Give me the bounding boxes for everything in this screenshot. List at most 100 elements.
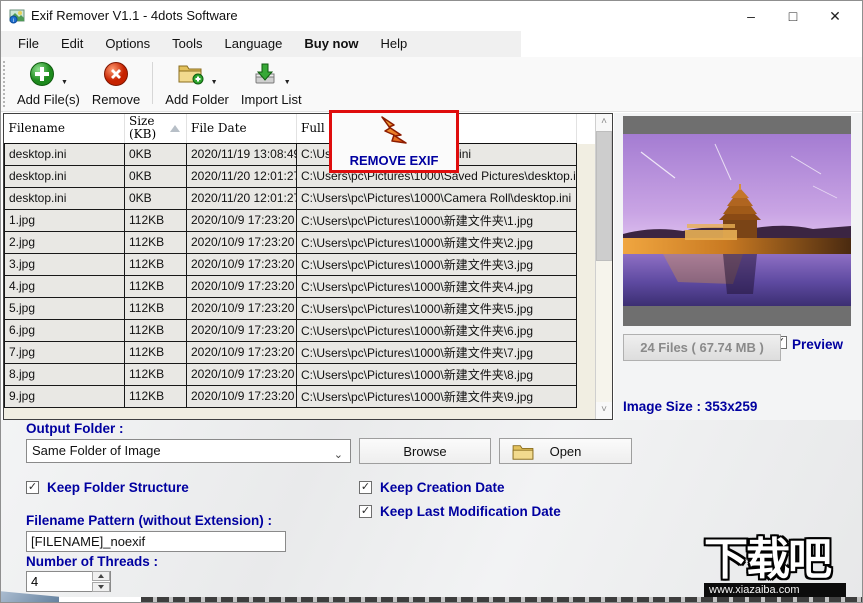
- scrollbar-thumb[interactable]: [596, 131, 612, 261]
- image-size-label: Image Size : 353x259: [623, 399, 757, 414]
- column-header-file-date[interactable]: File Date: [187, 114, 297, 143]
- cell-path: C:\Users\pc\Pictures\1000\新建文件夹\7.jpg: [297, 341, 577, 363]
- keep-creation-date-checkbox[interactable]: Keep Creation Date: [359, 480, 505, 495]
- cell-date: 2020/11/19 13:08:49: [187, 143, 297, 165]
- keep-last-modification-date-checkbox[interactable]: Keep Last Modification Date: [359, 504, 561, 519]
- app-window: i Exif Remover V1.1 - 4dots Software – □…: [0, 0, 863, 603]
- stepper-down-icon[interactable]: [92, 582, 110, 592]
- table-row[interactable]: 4.jpg 112KB 2020/10/9 17:23:20 C:\Users\…: [5, 275, 577, 297]
- minimize-button[interactable]: –: [730, 1, 772, 31]
- cell-path: C:\Users\pc\Pictures\1000\新建文件夹\2.jpg: [297, 231, 577, 253]
- table-row[interactable]: 5.jpg 112KB 2020/10/9 17:23:20 C:\Users\…: [5, 297, 577, 319]
- cell-size: 112KB: [125, 275, 187, 297]
- cell-date: 2020/10/9 17:23:20: [187, 341, 297, 363]
- table-row[interactable]: 9.jpg 112KB 2020/10/9 17:23:20 C:\Users\…: [5, 385, 577, 407]
- cell-path: C:\Users\pc\Pictures\1000\Camera Roll\de…: [297, 187, 577, 209]
- table-row[interactable]: 7.jpg 112KB 2020/10/9 17:23:20 C:\Users\…: [5, 341, 577, 363]
- scroll-down-icon[interactable]: ˅: [596, 402, 612, 419]
- threads-stepper[interactable]: [26, 571, 111, 592]
- table-row[interactable]: 8.jpg 112KB 2020/10/9 17:23:20 C:\Users\…: [5, 363, 577, 385]
- keep-folder-structure-checkbox[interactable]: Keep Folder Structure: [26, 480, 189, 495]
- import-list-label: Import List: [241, 92, 302, 107]
- keep-last-modification-date-label: Keep Last Modification Date: [380, 504, 561, 519]
- cell-path: C:\Users\pc\Pictures\1000\新建文件夹\6.jpg: [297, 319, 577, 341]
- keep-folder-structure-label: Keep Folder Structure: [47, 480, 189, 495]
- menu-help[interactable]: Help: [370, 31, 419, 57]
- open-button-label: Open: [550, 444, 582, 459]
- toolbar-grip-handle[interactable]: [3, 61, 7, 107]
- add-files-label: Add File(s): [17, 92, 80, 107]
- preview-label[interactable]: Preview: [792, 337, 843, 352]
- cell-path: C:\Users\pc\Pictures\1000\新建文件夹\9.jpg: [297, 385, 577, 407]
- menu-tools[interactable]: Tools: [161, 31, 213, 57]
- filename-pattern-input[interactable]: [26, 531, 286, 552]
- cell-size: 112KB: [125, 297, 187, 319]
- close-button[interactable]: ✕: [814, 1, 856, 31]
- table-header-row: Filename Size (KB) File Date Full File P…: [5, 114, 577, 143]
- title-bar: i Exif Remover V1.1 - 4dots Software – □…: [1, 1, 862, 31]
- cell-date: 2020/10/9 17:23:20: [187, 209, 297, 231]
- add-folder-button[interactable]: ▼ Add Folder: [159, 60, 235, 109]
- vertical-scrollbar[interactable]: ˄ ˅: [595, 114, 612, 419]
- cell-date: 2020/10/9 17:23:20: [187, 385, 297, 407]
- menu-buy-now[interactable]: Buy now: [293, 31, 369, 57]
- add-folder-label: Add Folder: [165, 92, 229, 107]
- stepper-up-icon[interactable]: [92, 571, 110, 581]
- window-title: Exif Remover V1.1 - 4dots Software: [31, 1, 238, 31]
- add-files-button[interactable]: ▼ Add File(s): [11, 60, 86, 109]
- menu-language[interactable]: Language: [214, 31, 294, 57]
- orange-bolt-arrow-icon: [377, 116, 411, 151]
- table-row[interactable]: 3.jpg 112KB 2020/10/9 17:23:20 C:\Users\…: [5, 253, 577, 275]
- keep-last-modification-date-box[interactable]: [359, 505, 372, 518]
- toolbar: ▼ Add File(s) Remove: [1, 57, 862, 112]
- folder-plus-icon: [177, 62, 205, 91]
- cell-size: 112KB: [125, 385, 187, 407]
- files-summary-box: 24 Files ( 67.74 MB ): [623, 334, 781, 361]
- cell-filename: 8.jpg: [5, 363, 125, 385]
- output-folder-label: Output Folder :: [26, 421, 123, 436]
- threads-input[interactable]: [27, 572, 89, 591]
- cell-date: 2020/10/9 17:23:20: [187, 231, 297, 253]
- add-folder-dropdown-icon[interactable]: ▼: [211, 79, 218, 86]
- column-header-size[interactable]: Size (KB): [125, 114, 187, 143]
- toolbar-separator: [152, 62, 153, 104]
- output-folder-value: Same Folder of Image: [32, 443, 161, 458]
- column-header-filename[interactable]: Filename: [5, 114, 125, 143]
- remove-exif-button[interactable]: REMOVE EXIF: [329, 110, 459, 173]
- cell-size: 112KB: [125, 231, 187, 253]
- table-row[interactable]: desktop.ini 0KB 2020/11/19 13:08:49 C:\U…: [5, 143, 577, 165]
- number-of-threads-label: Number of Threads :: [26, 554, 158, 569]
- import-list-button[interactable]: ▼ Import List: [235, 60, 308, 109]
- remove-circle-icon: [103, 61, 129, 92]
- import-list-dropdown-icon[interactable]: ▼: [284, 79, 291, 86]
- menu-file[interactable]: File: [7, 31, 50, 57]
- watermark: 下载吧 www.xiazaiba.com: [704, 537, 859, 597]
- output-folder-select[interactable]: Same Folder of Image ⌄: [26, 439, 351, 463]
- scroll-up-icon[interactable]: ˄: [596, 114, 612, 131]
- preview-image-frame: [623, 116, 851, 326]
- menu-options[interactable]: Options: [94, 31, 161, 57]
- cell-size: 112KB: [125, 319, 187, 341]
- keep-creation-date-box[interactable]: [359, 481, 372, 494]
- cell-filename: 6.jpg: [5, 319, 125, 341]
- preview-image: [623, 134, 851, 306]
- maximize-button[interactable]: □: [772, 1, 814, 31]
- cell-filename: 2.jpg: [5, 231, 125, 253]
- cell-filename: 1.jpg: [5, 209, 125, 231]
- menu-edit[interactable]: Edit: [50, 31, 94, 57]
- cell-filename: 5.jpg: [5, 297, 125, 319]
- table-row[interactable]: 6.jpg 112KB 2020/10/9 17:23:20 C:\Users\…: [5, 319, 577, 341]
- table-row[interactable]: 1.jpg 112KB 2020/10/9 17:23:20 C:\Users\…: [5, 209, 577, 231]
- table-row[interactable]: desktop.ini 0KB 2020/11/20 12:01:27 C:\U…: [5, 187, 577, 209]
- cell-filename: desktop.ini: [5, 165, 125, 187]
- open-button[interactable]: Open: [499, 438, 632, 464]
- cell-size: 112KB: [125, 253, 187, 275]
- keep-folder-structure-box[interactable]: [26, 481, 39, 494]
- browse-button[interactable]: Browse: [359, 438, 491, 464]
- cell-path: C:\Users\pc\Pictures\1000\新建文件夹\1.jpg: [297, 209, 577, 231]
- cell-size: 0KB: [125, 165, 187, 187]
- table-row[interactable]: desktop.ini 0KB 2020/11/20 12:01:27 C:\U…: [5, 165, 577, 187]
- table-row[interactable]: 2.jpg 112KB 2020/10/9 17:23:20 C:\Users\…: [5, 231, 577, 253]
- add-files-dropdown-icon[interactable]: ▼: [61, 79, 68, 86]
- remove-button[interactable]: Remove: [86, 60, 146, 109]
